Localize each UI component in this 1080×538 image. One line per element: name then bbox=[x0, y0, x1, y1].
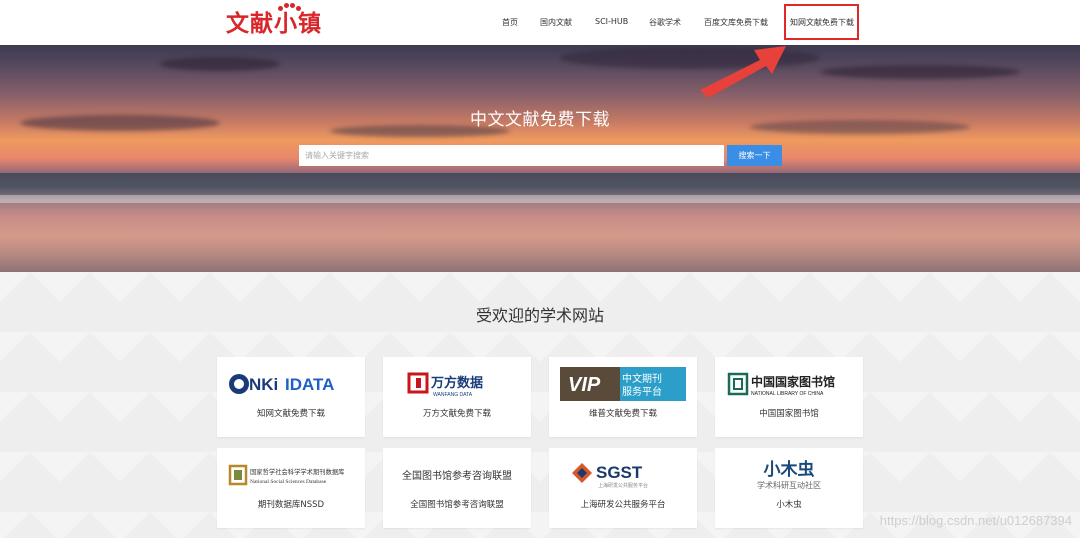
card-label: 上海研发公共服务平台 bbox=[580, 500, 666, 510]
svg-text:上海研发公共服务平台: 上海研发公共服务平台 bbox=[598, 482, 648, 489]
hero-title: 中文文献免费下载 bbox=[470, 110, 610, 130]
section-title: 受欢迎的学术网站 bbox=[475, 306, 604, 325]
site-card-cnki[interactable]: NKi IDATA 知网文献免费下载 bbox=[217, 357, 365, 437]
card-label: 维普文献免费下载 bbox=[588, 409, 657, 419]
cnki-logo: NKi IDATA bbox=[227, 367, 355, 401]
site-card-vip[interactable]: VIP 中文期刊 服务平台 维普文献免费下载 bbox=[549, 357, 697, 437]
site-card-sgst[interactable]: SGST 上海研发公共服务平台 上海研发公共服务平台 bbox=[549, 448, 697, 528]
card-label: 小木虫 bbox=[776, 500, 802, 510]
vip-logo: VIP 中文期刊 服务平台 bbox=[559, 367, 687, 401]
nssd-logo: 国家哲学社会科学学术期刊数据库 National Social Sciences… bbox=[227, 458, 355, 492]
svg-text:VIP: VIP bbox=[568, 374, 601, 396]
site-card-muchong[interactable]: 小木虫 学术科研互动社区 小木虫 bbox=[715, 448, 863, 528]
svg-text:National Social Sciences Datab: National Social Sciences Database bbox=[250, 479, 327, 485]
svg-text:万方数据: 万方数据 bbox=[430, 375, 483, 391]
nav-google-scholar[interactable]: 谷歌学术 bbox=[649, 17, 681, 28]
popular-sites-section: 受欢迎的学术网站 NKi IDATA 知网文献免费下载 万方数据 WANFANG… bbox=[0, 272, 1080, 538]
logo-decoration-icon bbox=[278, 3, 302, 11]
logo-text: 文献小镇 bbox=[226, 10, 322, 37]
wanfang-logo: 万方数据 WANFANG DATA bbox=[393, 367, 521, 401]
hero-wave bbox=[0, 195, 1080, 203]
site-card-ucdrs[interactable]: 全国图书馆参考咨询联盟 全国图书馆参考咨询联盟 bbox=[383, 448, 531, 528]
svg-text:学术科研互动社区: 学术科研互动社区 bbox=[757, 480, 821, 490]
site-card-nssd[interactable]: 国家哲学社会科学学术期刊数据库 National Social Sciences… bbox=[217, 448, 365, 528]
nav-highlight-box bbox=[784, 4, 859, 40]
svg-text:NKi: NKi bbox=[249, 375, 278, 394]
svg-text:服务平台: 服务平台 bbox=[622, 385, 662, 398]
site-card-wanfang[interactable]: 万方数据 WANFANG DATA 万方文献免费下载 bbox=[383, 357, 531, 437]
svg-text:中国国家图书馆: 中国国家图书馆 bbox=[751, 374, 835, 389]
card-label: 全国图书馆参考咨询联盟 bbox=[410, 500, 504, 510]
svg-text:小木虫: 小木虫 bbox=[764, 459, 815, 480]
nav-sci-hub[interactable]: SCI-HUB bbox=[595, 17, 628, 26]
ucdrs-logo: 全国图书馆参考咨询联盟 bbox=[393, 458, 521, 492]
card-label: 中国国家图书馆 bbox=[759, 409, 819, 419]
muchong-logo: 小木虫 学术科研互动社区 bbox=[725, 458, 853, 492]
svg-text:NATIONAL LIBRARY OF CHINA: NATIONAL LIBRARY OF CHINA bbox=[751, 391, 824, 397]
card-label: 期刊数据库NSSD bbox=[257, 500, 325, 510]
svg-text:中文期刊: 中文期刊 bbox=[622, 372, 662, 385]
svg-text:国家哲学社会科学学术期刊数据库: 国家哲学社会科学学术期刊数据库 bbox=[250, 467, 344, 476]
svg-text:IDATA: IDATA bbox=[285, 375, 334, 394]
svg-text:全国图书馆参考咨询联盟: 全国图书馆参考咨询联盟 bbox=[402, 469, 512, 482]
header: 文献小镇 首页 国内文献 SCI-HUB 谷歌学术 百度文库免费下载 知网文献免… bbox=[0, 0, 1080, 45]
svg-text:WANFANG DATA: WANFANG DATA bbox=[433, 392, 473, 398]
nlc-logo: 中国国家图书馆 NATIONAL LIBRARY OF CHINA bbox=[725, 367, 853, 401]
watermark: https://blog.csdn.net/u012687394 bbox=[879, 513, 1072, 528]
search-input[interactable] bbox=[299, 145, 724, 166]
card-label: 万方文献免费下载 bbox=[422, 409, 491, 419]
card-label: 知网文献免费下载 bbox=[256, 409, 325, 419]
svg-text:SGST: SGST bbox=[596, 463, 643, 482]
hero-banner: 中文文献免费下载 搜索一下 bbox=[0, 45, 1080, 272]
nav-baidu-wenku[interactable]: 百度文库免费下载 bbox=[704, 17, 768, 28]
site-logo[interactable]: 文献小镇 bbox=[226, 3, 322, 39]
site-card-nlc[interactable]: 中国国家图书馆 NATIONAL LIBRARY OF CHINA 中国国家图书… bbox=[715, 357, 863, 437]
annotation-arrow-icon bbox=[700, 46, 786, 98]
nav-home[interactable]: 首页 bbox=[502, 17, 518, 28]
sgst-logo: SGST 上海研发公共服务平台 bbox=[559, 458, 687, 492]
nav-domestic-literature[interactable]: 国内文献 bbox=[540, 17, 572, 28]
search-button[interactable]: 搜索一下 bbox=[727, 145, 782, 166]
